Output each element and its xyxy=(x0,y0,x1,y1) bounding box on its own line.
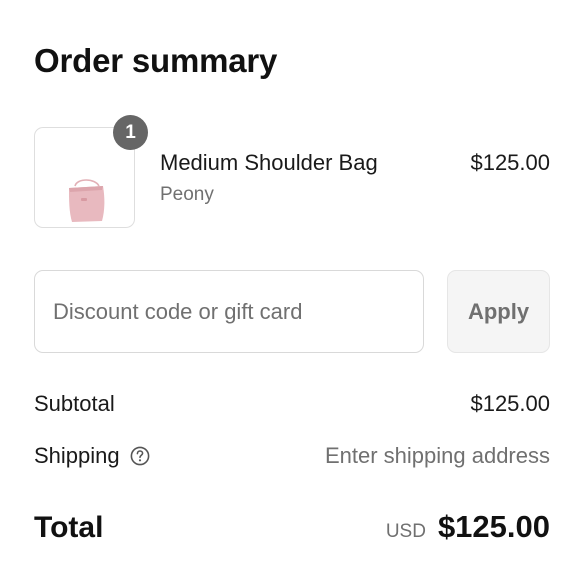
shipping-row-label: Shipping xyxy=(34,443,150,469)
page-title: Order summary xyxy=(34,42,278,79)
subtotal-label: Subtotal xyxy=(34,391,115,416)
quantity-badge: 1 xyxy=(113,115,148,150)
shipping-label: Shipping xyxy=(34,443,120,468)
product-variant: Peony xyxy=(160,184,214,205)
total-amount: $125.00 xyxy=(437,509,550,544)
discount-code-input[interactable] xyxy=(34,270,424,353)
subtotal-value: $125.00 xyxy=(470,391,550,416)
currency-code: USD xyxy=(385,521,426,542)
product-name: Medium Shoulder Bag xyxy=(160,150,378,175)
order-summary: Order summary 1 Medium Shoulder Bag Peon… xyxy=(34,0,550,581)
shipping-value: Enter shipping address xyxy=(324,443,550,468)
total-label: Total xyxy=(34,511,104,544)
question-circle-icon[interactable] xyxy=(130,446,150,466)
apply-button[interactable]: Apply xyxy=(447,270,550,353)
product-price: $125.00 xyxy=(470,150,550,175)
total-value: USD $125.00 xyxy=(386,509,550,545)
shoulder-bag-icon xyxy=(69,179,105,222)
